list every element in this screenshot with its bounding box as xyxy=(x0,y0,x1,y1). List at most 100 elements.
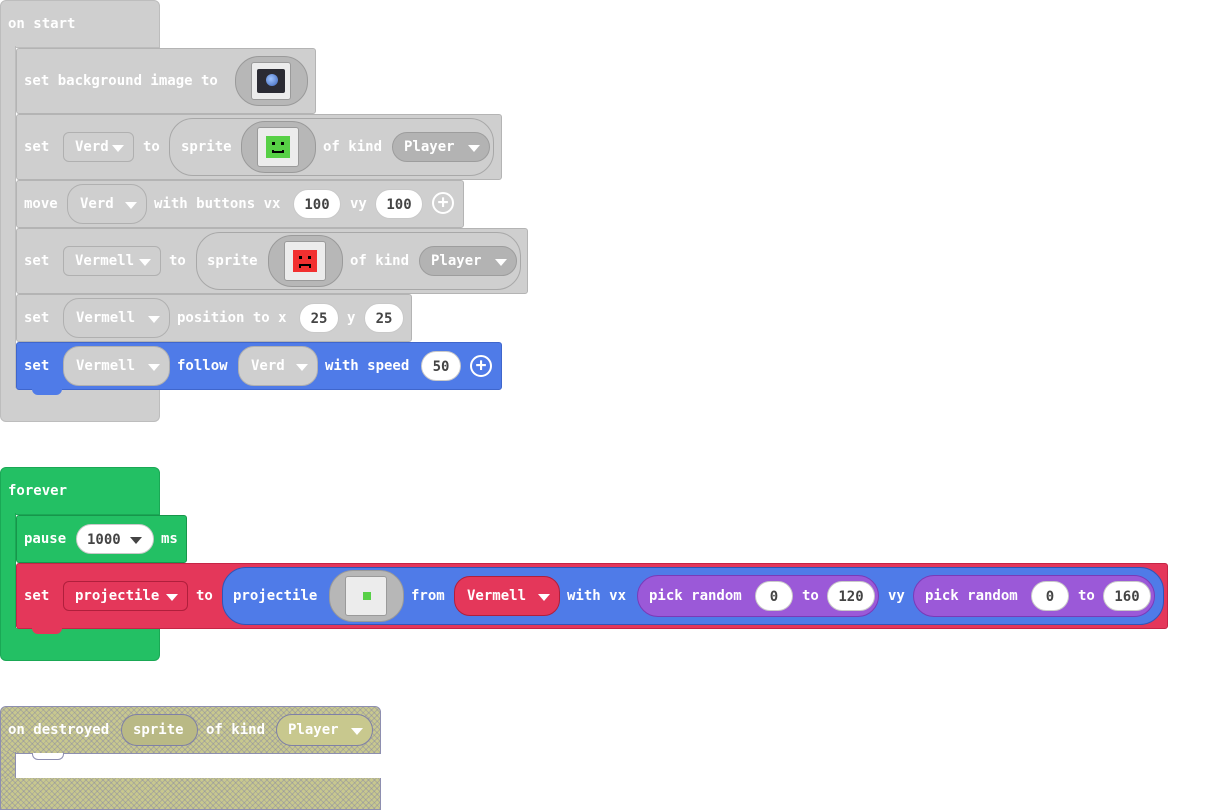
verd-kind-value: Player xyxy=(404,139,455,155)
set-label: set xyxy=(24,139,50,155)
move-variable-value: Verd xyxy=(80,196,114,212)
chevron-down-icon xyxy=(125,202,137,209)
set-label: set xyxy=(24,310,50,326)
with-vx-label: with vx xyxy=(567,588,627,604)
on-destroyed-label: on destroyed xyxy=(8,722,110,738)
move-label: move xyxy=(24,196,58,212)
on-destroyed-footer xyxy=(0,778,381,810)
sprite-label: sprite xyxy=(207,253,258,269)
verd-variable-value: Verd xyxy=(75,139,109,155)
destroyed-sprite-value: sprite xyxy=(133,722,184,738)
random-vy-min-input[interactable]: 0 xyxy=(1031,581,1069,611)
to-label: to xyxy=(1078,588,1095,604)
vy-input[interactable]: 100 xyxy=(375,189,423,219)
destroyed-sprite-parameter[interactable]: sprite xyxy=(121,714,198,746)
projectile-image-tile[interactable] xyxy=(345,576,387,616)
projectile-source-dropdown[interactable]: Vermell xyxy=(454,576,560,616)
vermell-kind-value: Player xyxy=(431,253,482,269)
block-notch xyxy=(32,389,62,395)
red-frown-icon xyxy=(293,250,317,272)
verd-kind-dropdown[interactable]: Player xyxy=(392,132,490,162)
pick-random-label: pick random xyxy=(925,588,1018,604)
block-notch xyxy=(32,628,62,634)
projectile-variable-dropdown[interactable]: projectile xyxy=(63,581,188,611)
chevron-down-icon xyxy=(166,594,178,601)
vermell-kind-dropdown[interactable]: Player xyxy=(419,246,517,276)
on-start-label: on start xyxy=(8,16,76,32)
random-vy-max-input[interactable]: 160 xyxy=(1103,581,1151,611)
chevron-down-icon xyxy=(148,364,160,371)
chevron-down-icon xyxy=(112,145,124,152)
destroyed-kind-value: Player xyxy=(288,722,339,738)
of-kind-label: of kind xyxy=(206,722,266,738)
chevron-down-icon xyxy=(139,259,151,266)
destroyed-kind-dropdown[interactable]: Player xyxy=(276,714,373,746)
chevron-down-icon xyxy=(468,145,480,152)
background-image-tile[interactable] xyxy=(251,62,291,100)
green-square-icon xyxy=(363,592,371,600)
vermell-variable-value: Vermell xyxy=(75,253,135,269)
follow-label: follow xyxy=(177,358,228,374)
vy-label: vy xyxy=(888,588,905,604)
with-buttons-vx-label: with buttons vx xyxy=(154,196,281,212)
expand-plus-icon[interactable]: + xyxy=(432,192,454,214)
of-kind-label: of kind xyxy=(350,253,410,269)
chevron-down-icon xyxy=(495,259,507,266)
green-smiley-icon xyxy=(266,136,290,158)
position-to-x-label: position to x xyxy=(177,310,287,326)
projectile-variable-value: projectile xyxy=(75,588,160,604)
on-start-footer xyxy=(0,388,160,422)
set-background-label: set background image to xyxy=(24,73,218,89)
set-label: set xyxy=(24,358,50,374)
verd-image-tile[interactable] xyxy=(257,127,299,167)
position-variable-dropdown[interactable]: Vermell xyxy=(63,298,170,338)
forever-footer xyxy=(0,628,160,661)
to-label: to xyxy=(196,588,213,604)
vy-label: vy xyxy=(350,196,367,212)
chevron-down-icon xyxy=(130,537,142,544)
verd-variable-dropdown[interactable]: Verd xyxy=(63,132,134,162)
random-vx-min-input[interactable]: 0 xyxy=(755,581,793,611)
set-label: set xyxy=(24,588,50,604)
chevron-down-icon xyxy=(351,728,363,735)
projectile-label: projectile xyxy=(233,588,318,604)
pick-random-label: pick random xyxy=(649,588,742,604)
from-label: from xyxy=(411,588,445,604)
chevron-down-icon xyxy=(148,316,160,323)
to-label: to xyxy=(169,253,186,269)
of-kind-label: of kind xyxy=(323,139,383,155)
y-label: y xyxy=(347,310,356,326)
pause-ms-value: 1000 xyxy=(87,532,121,548)
vermell-image-tile[interactable] xyxy=(284,241,326,281)
vermell-variable-dropdown[interactable]: Vermell xyxy=(63,246,161,276)
forever-left-rail xyxy=(0,513,16,629)
chevron-down-icon xyxy=(296,364,308,371)
follow-variable-dropdown[interactable]: Vermell xyxy=(63,346,170,386)
pause-ms-dropdown[interactable]: 1000 xyxy=(76,524,154,554)
earth-image-icon xyxy=(257,69,285,93)
x-input[interactable]: 25 xyxy=(299,303,339,333)
on-destroyed-left-rail xyxy=(0,752,16,780)
block-notch xyxy=(32,753,64,760)
sprite-label: sprite xyxy=(181,139,232,155)
ms-label: ms xyxy=(161,531,178,547)
set-label: set xyxy=(24,253,50,269)
move-variable-dropdown[interactable]: Verd xyxy=(67,184,147,224)
to-label: to xyxy=(143,139,160,155)
expand-plus-icon[interactable]: + xyxy=(470,355,492,377)
to-label: to xyxy=(802,588,819,604)
follow-variable-value: Vermell xyxy=(76,358,136,374)
with-speed-label: with speed xyxy=(325,358,410,374)
forever-label: forever xyxy=(8,483,68,499)
pause-label: pause xyxy=(24,531,67,547)
random-vx-max-input[interactable]: 120 xyxy=(827,581,875,611)
follow-target-dropdown[interactable]: Verd xyxy=(238,346,318,386)
position-variable-value: Vermell xyxy=(76,310,136,326)
speed-input[interactable]: 50 xyxy=(421,351,461,381)
chevron-down-icon xyxy=(538,594,550,601)
on-start-left-rail xyxy=(0,46,16,390)
projectile-source-value: Vermell xyxy=(467,588,527,604)
follow-target-value: Verd xyxy=(251,358,285,374)
y-input[interactable]: 25 xyxy=(364,303,404,333)
vx-input[interactable]: 100 xyxy=(293,189,341,219)
